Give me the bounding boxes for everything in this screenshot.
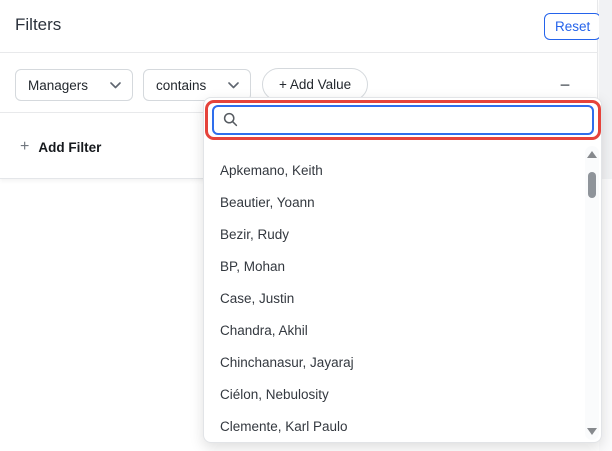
divider xyxy=(0,52,598,53)
dropdown-option[interactable]: Chinchanasur, Jayaraj xyxy=(204,346,583,378)
remove-filter-button[interactable]: − xyxy=(550,72,580,98)
plus-icon: + xyxy=(20,138,29,156)
dropdown-option[interactable]: Case, Justin xyxy=(204,282,583,314)
dropdown-option[interactable]: Apkemano, Keith xyxy=(204,154,583,186)
scroll-down-arrow[interactable] xyxy=(587,428,597,435)
page-title: Filters xyxy=(15,15,61,35)
dropdown-option[interactable]: Ciélon, Nebulosity xyxy=(204,378,583,410)
option-list: Apkemano, Keith Beautier, Yoann Bezir, R… xyxy=(204,154,583,442)
add-filter-button[interactable]: + Add Filter xyxy=(20,134,101,160)
chevron-down-icon xyxy=(110,82,121,89)
add-filter-label: Add Filter xyxy=(38,140,101,155)
scrollbar-thumb[interactable] xyxy=(588,172,596,198)
dropdown-option[interactable]: Bezir, Rudy xyxy=(204,218,583,250)
search-input[interactable] xyxy=(212,105,594,135)
dropdown-option[interactable]: Beautier, Yoann xyxy=(204,186,583,218)
value-dropdown-panel: Apkemano, Keith Beautier, Yoann Bezir, R… xyxy=(203,97,602,443)
chevron-down-icon xyxy=(228,82,239,89)
dropdown-option[interactable]: BP, Mohan xyxy=(204,250,583,282)
field-select[interactable]: Managers xyxy=(15,69,133,101)
operator-select-value: contains xyxy=(156,78,206,93)
minus-icon: − xyxy=(560,76,571,94)
scrollbar-track[interactable] xyxy=(585,146,599,440)
field-select-value: Managers xyxy=(28,78,88,93)
scroll-up-arrow[interactable] xyxy=(587,151,597,158)
dropdown-option[interactable]: Chandra, Akhil xyxy=(204,314,583,346)
reset-button[interactable]: Reset xyxy=(544,13,601,40)
dropdown-option[interactable]: Clemente, Karl Paulo xyxy=(204,410,583,442)
